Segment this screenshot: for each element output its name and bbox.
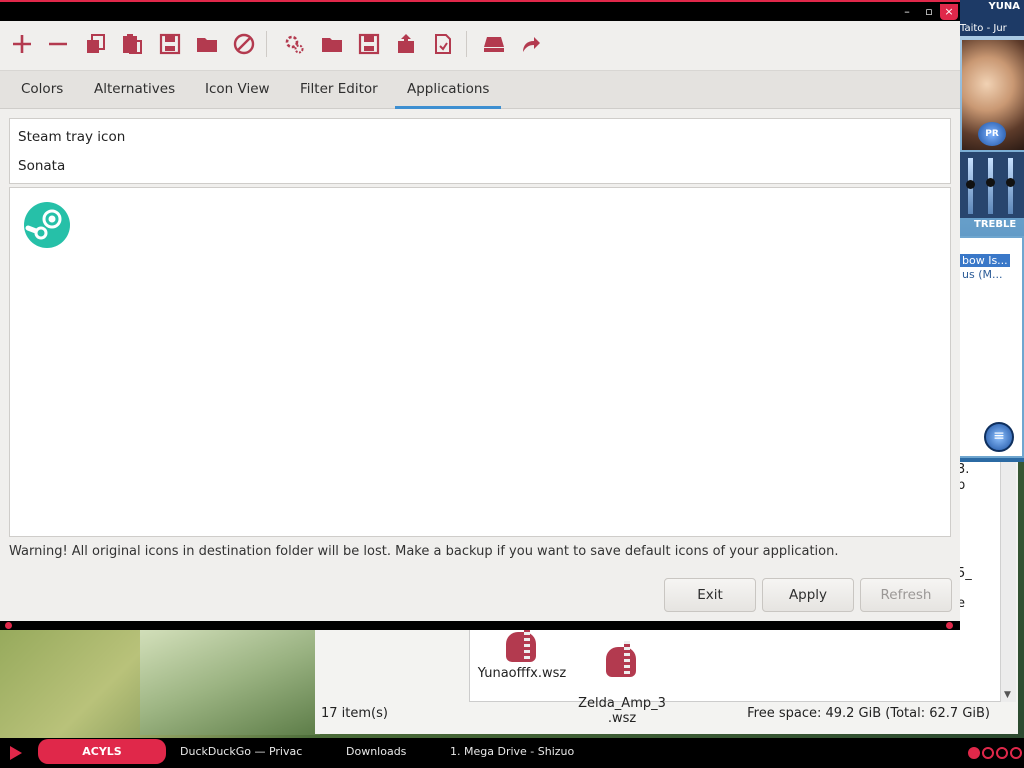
eq-knob[interactable] xyxy=(1006,178,1015,187)
player-titlebar[interactable]: YUNA Taito - Jur xyxy=(958,0,1024,36)
player-pr-button[interactable]: PR xyxy=(978,122,1006,146)
toolbar-separator xyxy=(266,31,267,57)
item-count: 17 item(s) xyxy=(321,706,388,721)
play-icon[interactable] xyxy=(10,746,22,760)
start-button[interactable]: ACYLS xyxy=(38,739,166,764)
window-content: Colors Alternatives Icon View Filter Edi… xyxy=(0,21,960,621)
close-button[interactable]: × xyxy=(940,4,958,20)
scroll-down-arrow-icon[interactable]: ▼ xyxy=(1004,690,1011,700)
tab-bar: Colors Alternatives Icon View Filter Edi… xyxy=(0,71,960,109)
apply-button[interactable]: Apply xyxy=(762,578,854,612)
workspace-indicator[interactable] xyxy=(968,747,980,759)
minus-icon[interactable] xyxy=(45,31,71,57)
warning-text: Warning! All original icons in destinati… xyxy=(9,544,839,559)
player-equalizer[interactable] xyxy=(960,152,1024,218)
list-item-steam-tray-icon[interactable]: Steam tray icon xyxy=(18,129,125,145)
resize-handle[interactable] xyxy=(5,622,12,629)
refresh-button[interactable]: Refresh xyxy=(860,578,952,612)
task-downloads[interactable]: Downloads xyxy=(346,745,406,758)
plus-icon[interactable] xyxy=(9,31,35,57)
copy-icon[interactable] xyxy=(83,31,109,57)
toolbar-separator xyxy=(466,31,467,57)
taskbar: ACYLS DuckDuckGo — Privac Downloads 1. M… xyxy=(0,738,1024,768)
playlist-item-selected[interactable]: bow Is... xyxy=(960,254,1010,267)
workspace-indicator[interactable] xyxy=(982,747,994,759)
folder-icon[interactable] xyxy=(194,31,220,57)
steam-icon[interactable] xyxy=(24,202,70,248)
cancel-icon[interactable] xyxy=(231,31,257,57)
file-name: Yunaofffx.wsz xyxy=(477,666,567,681)
tab-applications[interactable]: Applications xyxy=(395,71,502,109)
icon-theme-window[interactable]: – ▫ × Colors Alternatives Icon View Filt… xyxy=(0,0,960,630)
tab-alternatives[interactable]: Alternatives xyxy=(82,71,187,109)
drive-icon[interactable] xyxy=(481,31,507,57)
minimize-button[interactable]: – xyxy=(898,4,916,20)
redo-icon[interactable] xyxy=(517,31,543,57)
import-icon[interactable] xyxy=(430,31,456,57)
audio-player[interactable]: YUNA Taito - Jur PR TREBLE bow Is... us … xyxy=(958,0,1024,462)
file-view-scrollbar[interactable]: ▼ xyxy=(1000,462,1016,702)
file-item[interactable]: Yunaofffx.wsz xyxy=(472,626,572,681)
tab-colors[interactable]: Colors xyxy=(9,71,75,109)
task-duckduckgo[interactable]: DuckDuckGo — Privac xyxy=(180,745,302,758)
save-as-icon[interactable] xyxy=(356,31,382,57)
window-bottom-border[interactable] xyxy=(0,621,960,630)
player-track-title: Taito - Jur xyxy=(960,23,1007,34)
resize-handle[interactable] xyxy=(946,622,953,629)
open-folder-icon[interactable] xyxy=(319,31,345,57)
archive-icon xyxy=(600,641,644,677)
icon-preview-area[interactable] xyxy=(9,187,951,537)
maximize-button[interactable]: ▫ xyxy=(920,4,938,20)
paste-icon[interactable] xyxy=(119,31,145,57)
save-icon[interactable] xyxy=(157,31,183,57)
player-menu-button[interactable]: ≡ xyxy=(984,422,1014,452)
settings-icon[interactable] xyxy=(281,31,307,57)
eq-knob[interactable] xyxy=(986,178,995,187)
task-mega-drive[interactable]: 1. Mega Drive - Shizuo xyxy=(450,745,574,758)
export-icon[interactable] xyxy=(393,31,419,57)
playlist-item[interactable]: us (M... xyxy=(962,268,1002,281)
free-space: Free space: 49.2 GiB (Total: 62.7 GiB) xyxy=(747,706,990,721)
toolbar xyxy=(0,21,960,71)
applications-list[interactable]: Steam tray icon Sonata xyxy=(9,118,951,184)
player-brand: YUNA xyxy=(988,1,1020,12)
file-manager-statusbar: 17 item(s) Free space: 49.2 GiB (Total: … xyxy=(315,702,1018,734)
tab-filter-editor[interactable]: Filter Editor xyxy=(288,71,390,109)
player-treble-label: TREBLE xyxy=(974,219,1017,230)
workspace-indicator[interactable] xyxy=(1010,747,1022,759)
eq-knob[interactable] xyxy=(966,180,975,189)
list-item-sonata[interactable]: Sonata xyxy=(18,158,65,174)
workspace-indicator[interactable] xyxy=(996,747,1008,759)
window-titlebar[interactable]: – ▫ × xyxy=(0,0,960,21)
archive-icon xyxy=(500,626,544,662)
tab-icon-view[interactable]: Icon View xyxy=(193,71,282,109)
exit-button[interactable]: Exit xyxy=(664,578,756,612)
wallpaper-detail xyxy=(140,625,320,735)
